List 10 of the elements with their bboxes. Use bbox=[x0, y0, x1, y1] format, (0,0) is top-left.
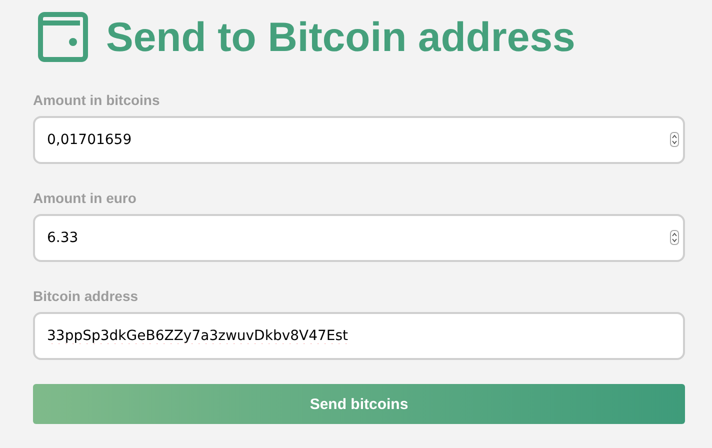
page-title: Send to Bitcoin address bbox=[106, 14, 576, 60]
field-label: Amount in bitcoins bbox=[33, 92, 161, 108]
spinner-icon[interactable] bbox=[670, 132, 679, 147]
input-field[interactable]: 0,01701659 bbox=[33, 116, 685, 164]
input-field[interactable]: 33ppSp3dkGeB6ZZy7a3zwuvDkbv8V47Est bbox=[33, 312, 685, 360]
wallet-icon bbox=[38, 12, 88, 62]
input-field[interactable]: 6.33 bbox=[33, 214, 685, 262]
field-label: Bitcoin address bbox=[33, 288, 140, 304]
field-label: Amount in euro bbox=[33, 190, 138, 206]
spinner-icon[interactable] bbox=[670, 230, 679, 245]
